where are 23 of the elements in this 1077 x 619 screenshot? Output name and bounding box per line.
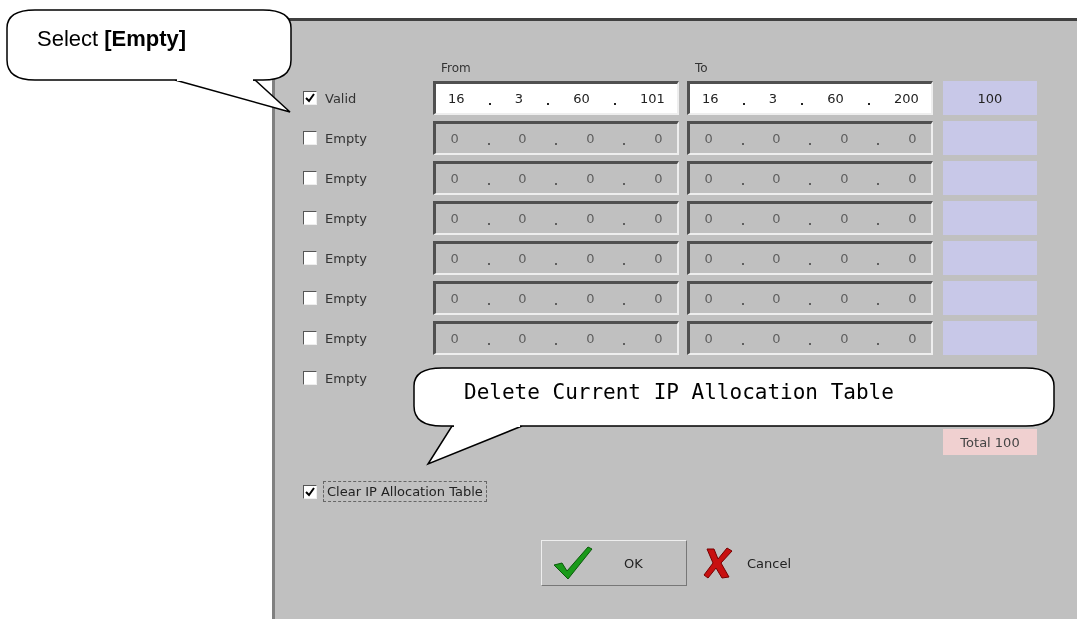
x-mark-icon (703, 547, 733, 579)
row-label: Empty (325, 130, 367, 146)
row-label: Empty (325, 370, 367, 386)
row-checkbox[interactable] (303, 371, 317, 385)
clear-table-label[interactable]: Clear IP Allocation Table (323, 481, 487, 502)
row-checkbox[interactable] (303, 91, 317, 105)
row-label: Empty (325, 290, 367, 306)
row-label: Empty (325, 170, 367, 186)
callout-text: Delete Current IP Allocation Table (464, 380, 894, 404)
ok-button[interactable]: OK (541, 540, 687, 586)
callout-text: Select [Empty] (37, 26, 187, 52)
column-header: From (440, 61, 472, 75)
ip-address-field[interactable]: 16 3 60 200 (687, 81, 933, 115)
clear-table-checkbox[interactable] (303, 484, 317, 499)
ip-address-field[interactable]: 16 3 60 101 (433, 81, 679, 115)
row-label: Valid (325, 90, 357, 106)
count-cell: 100 (943, 81, 1037, 115)
checkmark-icon (552, 545, 594, 581)
row-label: Empty (325, 330, 367, 346)
row-label: Empty (325, 250, 367, 266)
column-header: To (694, 61, 709, 75)
total-cell: Total 100 (943, 429, 1037, 455)
row-label: Empty (325, 210, 367, 226)
